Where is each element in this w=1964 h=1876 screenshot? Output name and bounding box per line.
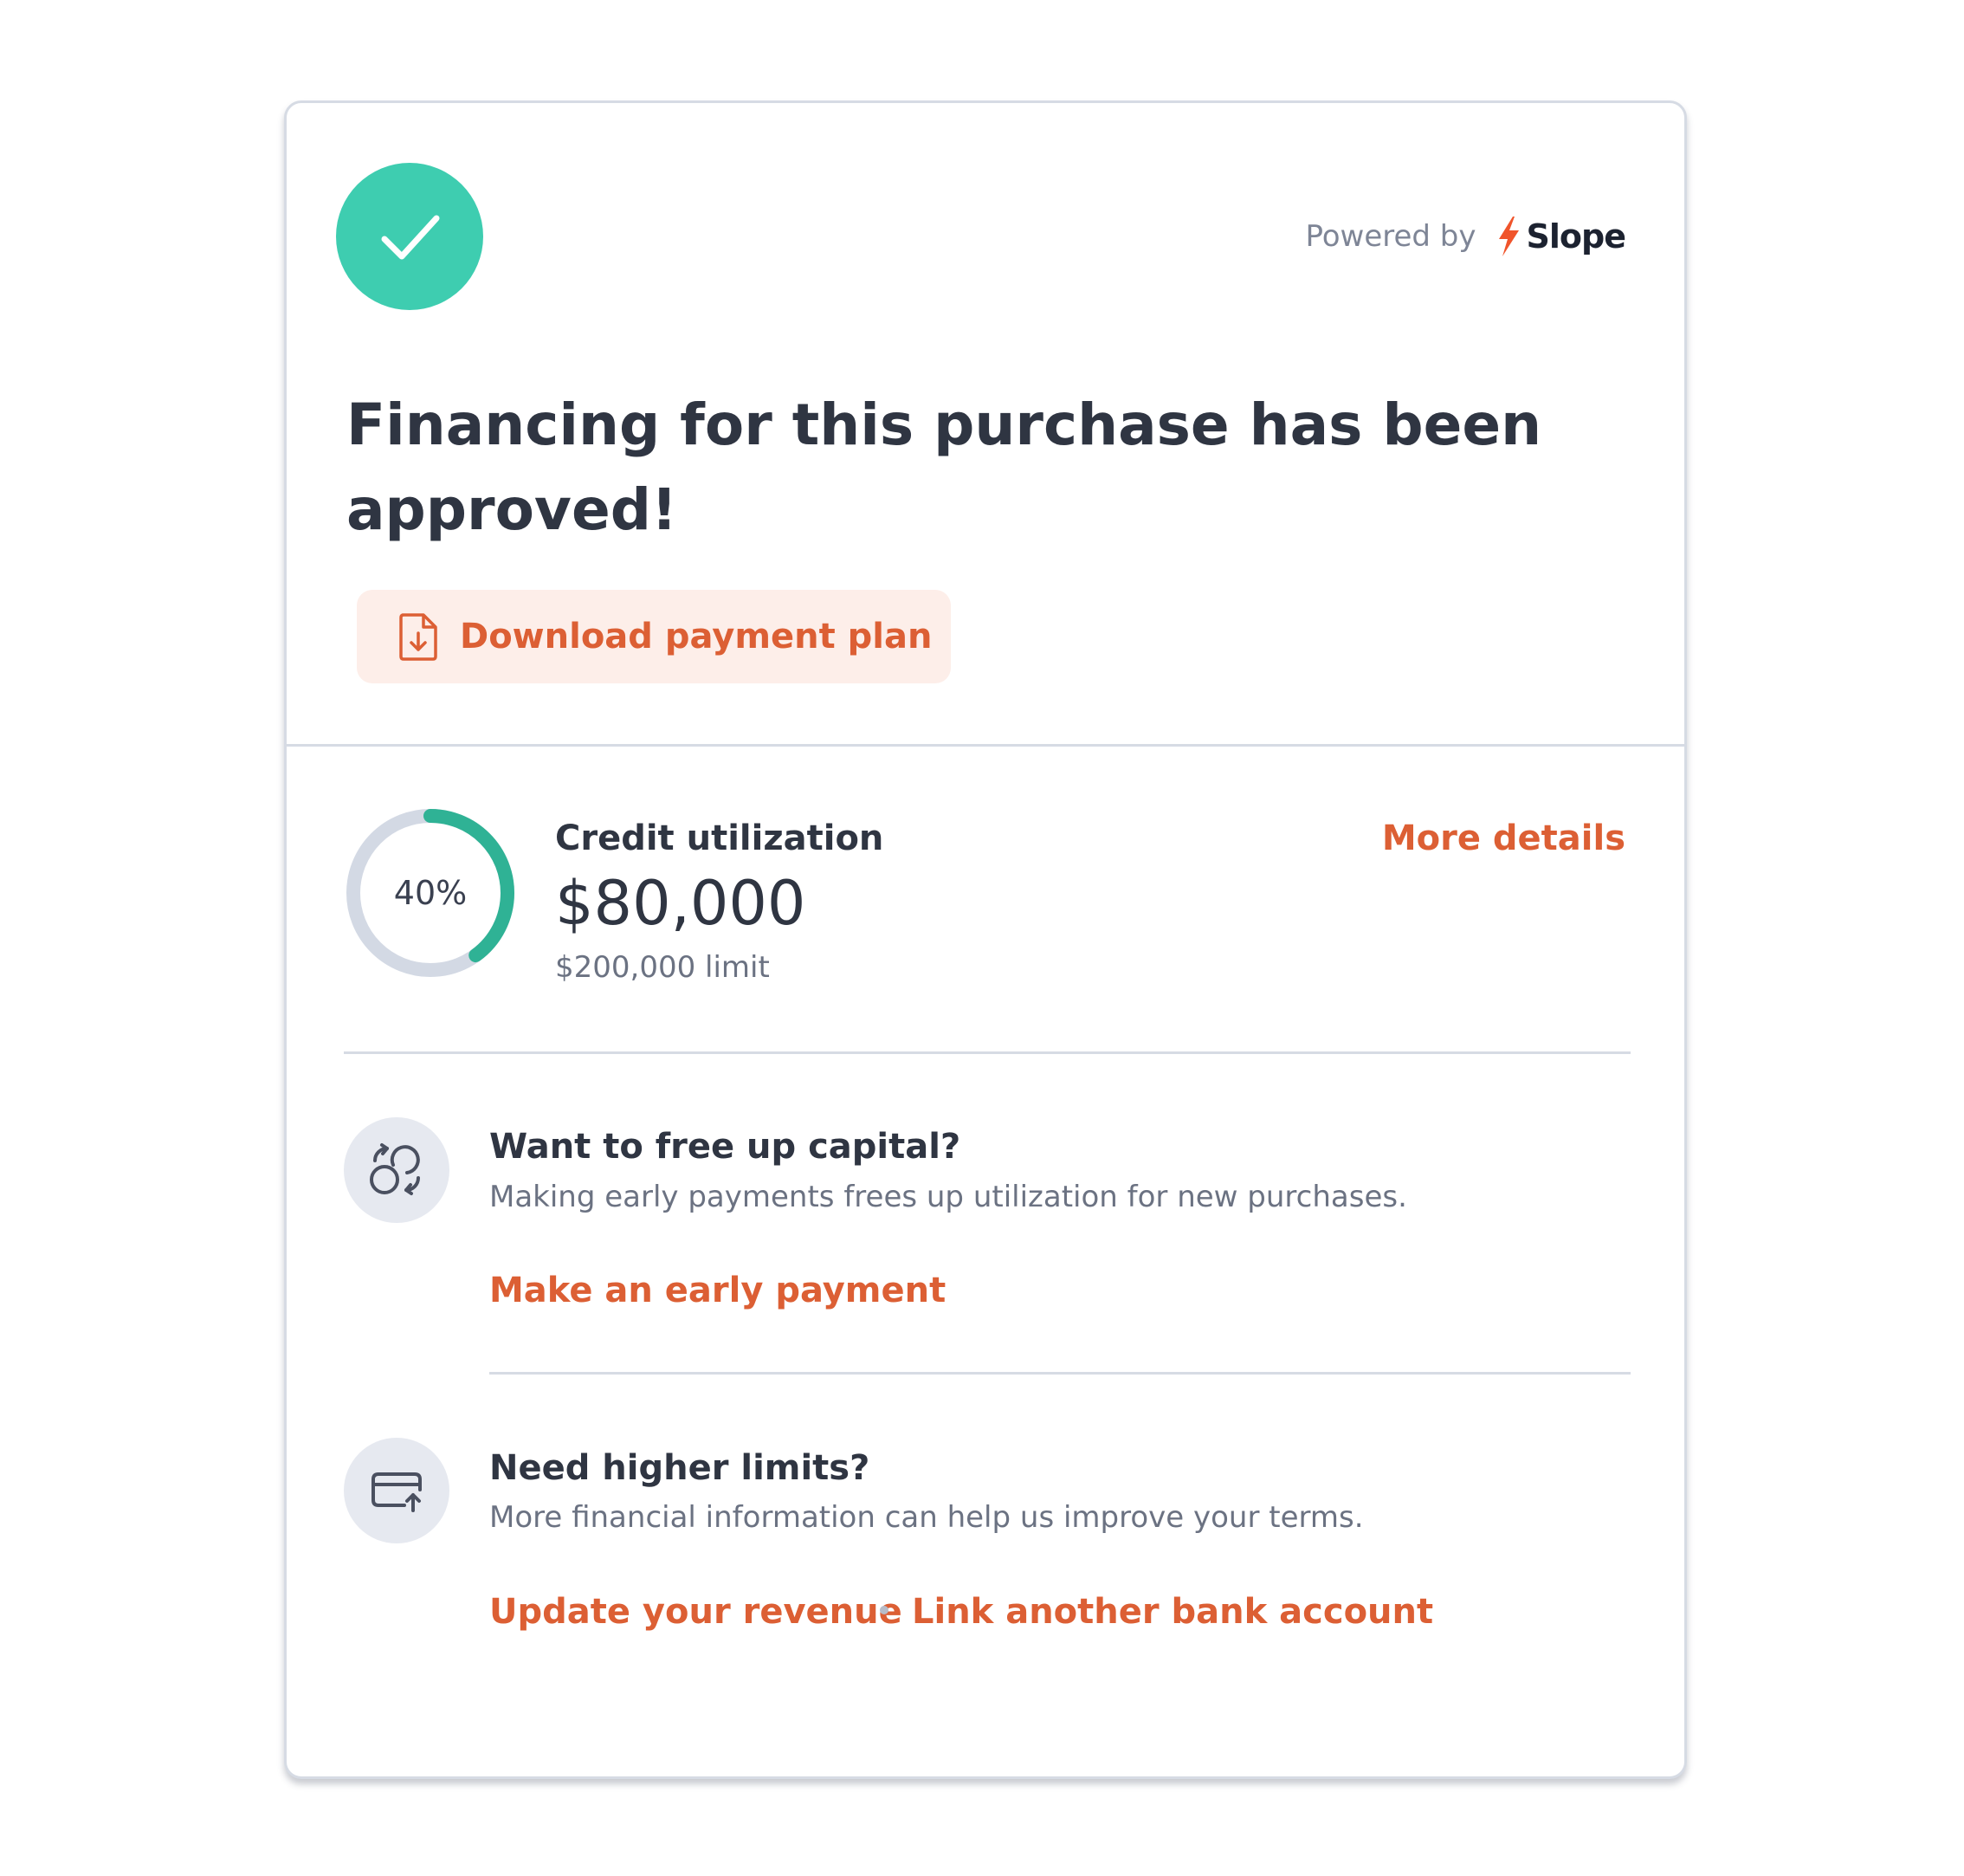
free-capital-description: Making early payments frees up utilizati… (489, 1180, 1407, 1214)
utilization-percent: 40% (393, 874, 468, 912)
credit-limit: $200,000 limit (555, 950, 770, 985)
section-divider (344, 1051, 1631, 1054)
powered-by: Powered by Slope (1305, 212, 1626, 261)
brand-logo-text: Slope (1526, 217, 1626, 256)
free-capital-icon-badge (344, 1117, 449, 1223)
credit-utilization-amount: $80,000 (555, 868, 806, 939)
checkmark-icon (381, 215, 440, 260)
card-upload-icon (371, 1472, 422, 1512)
link-separator-dot (880, 1606, 888, 1614)
higher-limits-icon-badge (344, 1438, 449, 1543)
make-early-payment-link[interactable]: Make an early payment (489, 1271, 946, 1310)
credit-utilization-label: Credit utilization (555, 818, 884, 858)
free-capital-title: Want to free up capital? (489, 1127, 961, 1167)
higher-limits-description: More financial information can help us i… (489, 1500, 1364, 1535)
document-download-icon (399, 613, 437, 661)
success-badge (336, 163, 483, 310)
section-divider (287, 744, 1684, 747)
update-revenue-link[interactable]: Update your revenue (489, 1592, 902, 1632)
lightning-bolt-icon (1498, 217, 1519, 256)
approval-card: Powered by Slope Financing for this purc… (284, 100, 1687, 1779)
page-title: Financing for this purchase has been app… (346, 391, 1542, 543)
download-payment-plan-button[interactable]: Download payment plan (357, 590, 951, 683)
powered-by-label: Powered by (1305, 219, 1476, 254)
higher-limits-title: Need higher limits? (489, 1448, 870, 1488)
refresh-coins-icon (370, 1143, 420, 1195)
download-payment-plan-label: Download payment plan (460, 617, 933, 657)
link-bank-account-link[interactable]: Link another bank account (912, 1592, 1433, 1632)
credit-utilization-gauge: 40% (344, 806, 517, 980)
more-details-link[interactable]: More details (1382, 818, 1625, 858)
section-divider (489, 1372, 1631, 1375)
